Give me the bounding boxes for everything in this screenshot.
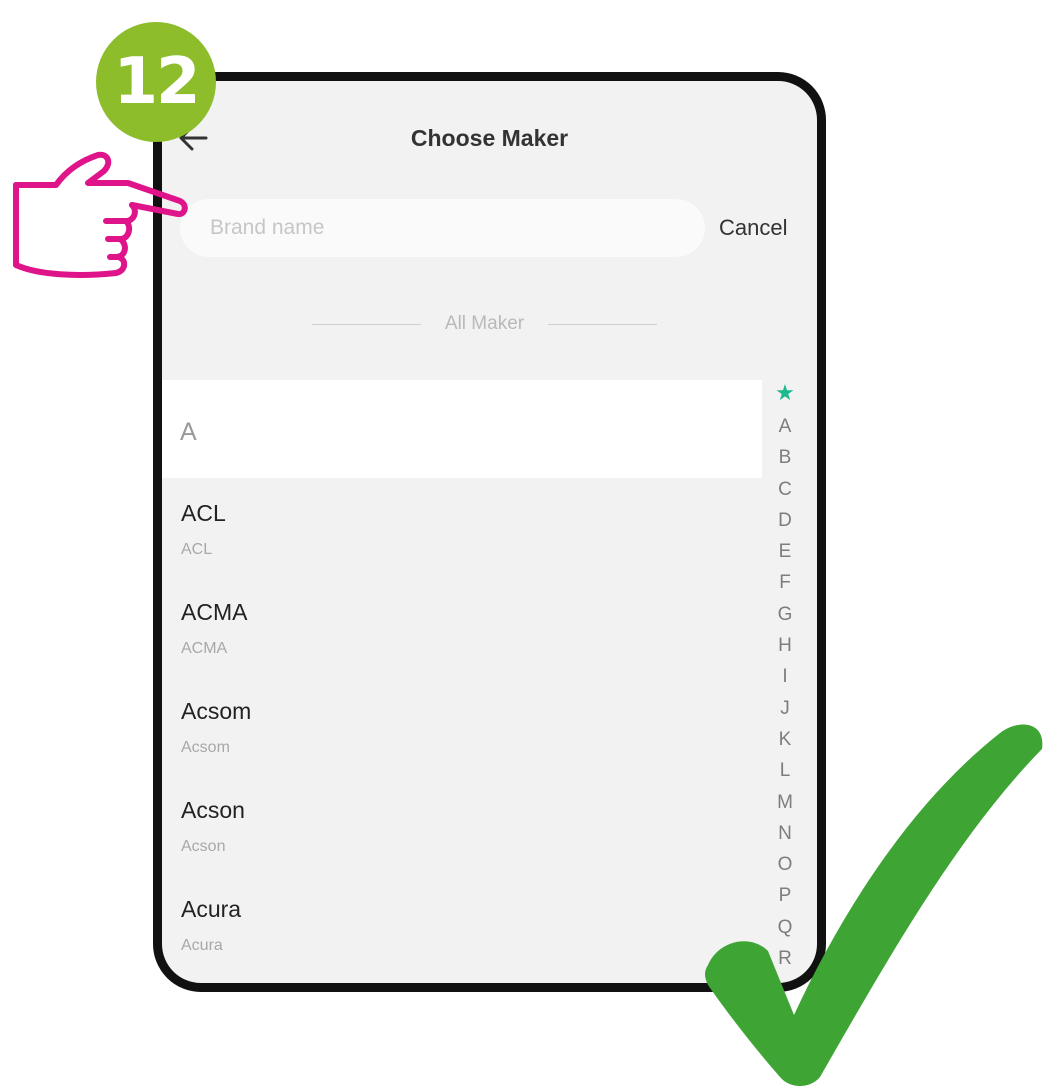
maker-subtitle: ACMA <box>181 640 228 657</box>
checkmark-icon <box>705 724 1043 1086</box>
cancel-button[interactable]: Cancel <box>719 215 787 241</box>
index-letter-e[interactable]: E <box>779 536 792 567</box>
index-letter-a[interactable]: A <box>779 411 792 442</box>
maker-subtitle: Acura <box>181 937 223 954</box>
all-maker-divider: All Maker <box>312 313 657 335</box>
divider-label: All Maker <box>444 313 525 334</box>
maker-item-acura[interactable]: Acura Acura <box>162 874 762 973</box>
index-letter-g[interactable]: G <box>778 599 793 630</box>
index-letter-h[interactable]: H <box>778 630 792 661</box>
maker-subtitle: Acson <box>181 838 226 855</box>
brand-search-input[interactable] <box>180 199 670 257</box>
maker-name: ACMA <box>181 599 248 625</box>
index-letter-c[interactable]: C <box>778 474 792 505</box>
maker-name: ACL <box>181 500 226 526</box>
pointing-hand-icon <box>13 151 188 278</box>
index-letter-d[interactable]: D <box>778 505 792 536</box>
star-icon[interactable]: ★ <box>775 381 795 411</box>
step-number: 12 <box>113 45 200 119</box>
maker-list: ACL ACL ACMA ACMA Acsom Acsom Acson Acso… <box>162 478 762 973</box>
maker-name: Acson <box>181 797 245 823</box>
index-letter-f[interactable]: F <box>779 567 791 598</box>
divider-line-left <box>312 323 421 325</box>
maker-name: Acura <box>181 896 242 922</box>
section-letter: A <box>180 418 197 446</box>
search-bar[interactable] <box>180 199 705 257</box>
step-number-badge: 12 <box>96 22 216 142</box>
maker-item-acson[interactable]: Acson Acson <box>162 775 762 874</box>
maker-subtitle: ACL <box>181 541 213 558</box>
index-letter-i[interactable]: I <box>782 661 787 692</box>
section-header: A <box>162 380 762 478</box>
maker-item-acsom[interactable]: Acsom Acsom <box>162 676 762 775</box>
index-letter-b[interactable]: B <box>779 442 792 473</box>
divider-line-right <box>548 323 657 325</box>
maker-subtitle: Acsom <box>181 739 230 756</box>
page-title: Choose Maker <box>410 125 569 151</box>
maker-item-acl[interactable]: ACL ACL <box>162 478 762 577</box>
maker-name: Acsom <box>181 698 252 724</box>
maker-item-acma[interactable]: ACMA ACMA <box>162 577 762 676</box>
